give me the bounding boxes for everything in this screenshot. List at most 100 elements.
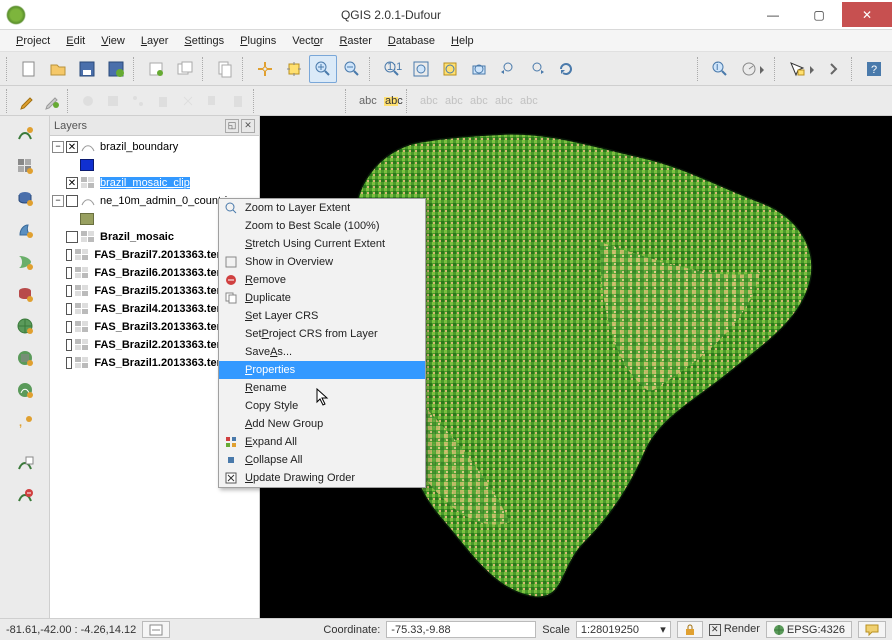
ctx-show-overview[interactable]: Show in Overview bbox=[219, 253, 425, 271]
ctx-add-group[interactable]: Add New Group bbox=[219, 415, 425, 433]
ctx-zoom-best-scale[interactable]: Zoom to Best Scale (100%) bbox=[219, 217, 425, 235]
save-as-button[interactable] bbox=[102, 55, 130, 83]
ctx-save-as[interactable]: Save As... bbox=[219, 343, 425, 361]
menu-database[interactable]: Database bbox=[380, 33, 443, 49]
ctx-set-layer-crs[interactable]: Set Layer CRS bbox=[219, 307, 425, 325]
menu-vector[interactable]: Vector bbox=[284, 33, 331, 49]
menu-layer[interactable]: Layer bbox=[133, 33, 177, 49]
ctx-update-order[interactable]: Update Drawing Order bbox=[219, 469, 425, 487]
zoom-out-button[interactable] bbox=[338, 55, 366, 83]
copy-button[interactable] bbox=[211, 55, 239, 83]
layer-checkbox[interactable] bbox=[66, 249, 72, 261]
zoom-last-button[interactable] bbox=[494, 55, 522, 83]
add-postgis-button[interactable] bbox=[11, 184, 39, 212]
scale-lock-button[interactable] bbox=[677, 621, 703, 638]
layer-row[interactable]: − ✕ brazil_boundary bbox=[52, 138, 257, 156]
menu-edit[interactable]: Edit bbox=[58, 33, 93, 49]
layer-checkbox[interactable] bbox=[66, 285, 72, 297]
label-move-button: abc bbox=[465, 89, 489, 113]
identify-button[interactable]: i bbox=[706, 55, 734, 83]
add-oracle-button[interactable] bbox=[11, 280, 39, 308]
ctx-collapse-all[interactable]: Collapse All bbox=[219, 451, 425, 469]
close-button[interactable]: ✕ bbox=[842, 2, 892, 27]
add-raster-button[interactable] bbox=[11, 152, 39, 180]
add-wms-button[interactable] bbox=[11, 312, 39, 340]
save-project-button[interactable] bbox=[73, 55, 101, 83]
label-highlight-button[interactable]: abc bbox=[379, 89, 403, 113]
layer-checkbox[interactable]: ✕ bbox=[66, 177, 78, 189]
add-wfs-button[interactable] bbox=[11, 376, 39, 404]
menu-raster[interactable]: Raster bbox=[331, 33, 379, 49]
pan-button[interactable] bbox=[251, 55, 279, 83]
new-project-button[interactable] bbox=[15, 55, 43, 83]
menu-plugins[interactable]: Plugins bbox=[232, 33, 284, 49]
layer-checkbox[interactable] bbox=[66, 195, 78, 207]
status-toggle-button[interactable] bbox=[142, 621, 170, 638]
remove-layer-button[interactable] bbox=[11, 482, 39, 510]
pan-to-selection-button[interactable] bbox=[280, 55, 308, 83]
zoom-to-selection-button[interactable] bbox=[436, 55, 464, 83]
layer-checkbox[interactable] bbox=[66, 231, 78, 243]
add-spatialite-button[interactable] bbox=[11, 216, 39, 244]
layer-checkbox[interactable] bbox=[66, 357, 72, 369]
menu-settings[interactable]: Settings bbox=[176, 33, 232, 49]
open-project-button[interactable] bbox=[44, 55, 72, 83]
layer-checkbox[interactable]: ✕ bbox=[66, 141, 78, 153]
messages-button[interactable] bbox=[858, 621, 886, 638]
zoom-to-layer-button[interactable] bbox=[465, 55, 493, 83]
raster-layer-icon bbox=[75, 357, 91, 369]
svg-text:,: , bbox=[19, 417, 22, 429]
ctx-properties[interactable]: Properties bbox=[219, 361, 425, 379]
maximize-button[interactable]: ▢ bbox=[796, 2, 842, 27]
collapse-icon[interactable]: − bbox=[52, 195, 64, 207]
scale-input[interactable]: 1:28019250▾ bbox=[576, 621, 671, 638]
toggle-edit-button[interactable] bbox=[15, 89, 39, 113]
layer-checkbox[interactable] bbox=[66, 267, 72, 279]
minimize-button[interactable]: — bbox=[750, 2, 796, 27]
menu-view[interactable]: View bbox=[93, 33, 133, 49]
zoom-next-button[interactable] bbox=[523, 55, 551, 83]
layers-panel-title: Layers bbox=[54, 120, 87, 132]
ctx-stretch[interactable]: Stretch Using Current Extent bbox=[219, 235, 425, 253]
panel-undock-button[interactable]: ◱ bbox=[225, 119, 239, 133]
new-shapefile-button[interactable] bbox=[11, 450, 39, 478]
zoom-full-button[interactable] bbox=[407, 55, 435, 83]
ctx-zoom-to-layer[interactable]: Zoom to Layer Extent bbox=[219, 199, 425, 217]
add-vector-button[interactable] bbox=[11, 120, 39, 148]
chevron-right-icon[interactable] bbox=[820, 55, 848, 83]
svg-text:?: ? bbox=[871, 64, 877, 76]
panel-close-button[interactable]: ✕ bbox=[241, 119, 255, 133]
layer-checkbox[interactable] bbox=[66, 303, 72, 315]
label-abc-button[interactable]: abc bbox=[354, 89, 378, 113]
zoom-icon bbox=[223, 200, 239, 216]
add-mssql-button[interactable] bbox=[11, 248, 39, 276]
measure-button[interactable] bbox=[735, 55, 771, 83]
ctx-expand-all[interactable]: Expand All bbox=[219, 433, 425, 451]
cut-button bbox=[176, 89, 200, 113]
render-checkbox[interactable]: ✕Render bbox=[709, 623, 760, 636]
save-edits-button[interactable] bbox=[40, 89, 64, 113]
layer-checkbox[interactable] bbox=[66, 321, 72, 333]
add-delimited-button[interactable]: , bbox=[11, 408, 39, 436]
composer-manager-button[interactable] bbox=[171, 55, 199, 83]
ctx-remove[interactable]: Remove bbox=[219, 271, 425, 289]
select-button[interactable] bbox=[783, 55, 819, 83]
coord-input[interactable]: -75.33,-9.88 bbox=[386, 621, 536, 638]
add-wcs-button[interactable] bbox=[11, 344, 39, 372]
menu-help[interactable]: Help bbox=[443, 33, 482, 49]
print-composer-button[interactable] bbox=[142, 55, 170, 83]
crs-button[interactable]: EPSG:4326 bbox=[766, 621, 852, 638]
collapse-icon[interactable]: − bbox=[52, 141, 64, 153]
layer-swatch-row bbox=[52, 156, 257, 174]
layer-row[interactable]: ✕ brazil_mosaic_clip bbox=[52, 174, 257, 192]
mouse-cursor-icon bbox=[316, 388, 332, 409]
menu-project[interactable]: Project bbox=[8, 33, 58, 49]
refresh-button[interactable] bbox=[552, 55, 580, 83]
zoom-native-button[interactable]: 1:1 bbox=[378, 55, 406, 83]
ctx-set-project-crs[interactable]: Set Project CRS from Layer bbox=[219, 325, 425, 343]
copy-features-button bbox=[201, 89, 225, 113]
ctx-duplicate[interactable]: Duplicate bbox=[219, 289, 425, 307]
zoom-in-button[interactable] bbox=[309, 55, 337, 83]
help-button[interactable]: ? bbox=[860, 55, 888, 83]
layer-checkbox[interactable] bbox=[66, 339, 72, 351]
